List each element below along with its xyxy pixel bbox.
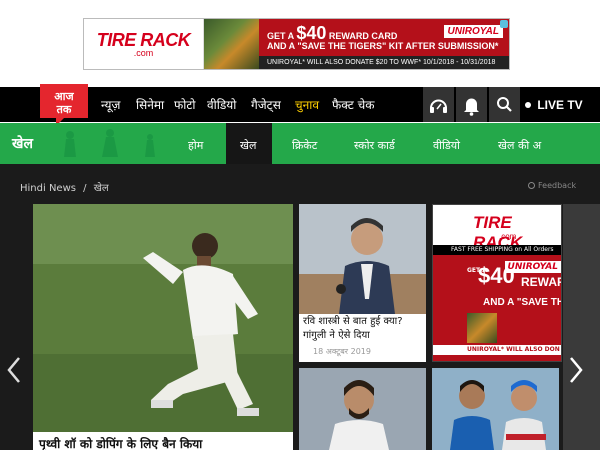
bell-icon <box>464 98 479 116</box>
section-title[interactable]: खेल <box>12 134 33 153</box>
side-ad-reward: REWARD <box>521 275 561 289</box>
breadcrumb-home[interactable]: Hindi News <box>20 183 76 194</box>
side-ad-uniroyal-line: UNIROYAL* WILL ALSO DON <box>433 345 561 355</box>
nav-fact-check[interactable]: फैक्ट चेक <box>332 96 375 113</box>
top-ad-banner[interactable]: TIRE RACK .com GET A $40 REWARD CARD AND… <box>83 18 510 70</box>
story-card-ganguly-date: 18 अक्टूबर 2019 <box>313 347 371 356</box>
side-ad-brand-sub: .com <box>499 232 517 241</box>
side-ad-uniroyal-logo: UNIROYAL <box>504 261 561 273</box>
svg-text:तक: तक <box>56 103 72 116</box>
notification-button[interactable] <box>456 87 487 122</box>
nav-video[interactable]: वीडियो <box>207 96 236 113</box>
players-image <box>432 368 559 450</box>
subnav-more[interactable]: खेल की अ <box>498 138 541 153</box>
feedback-icon <box>528 182 535 189</box>
subnav-video[interactable]: वीडियो <box>433 138 460 153</box>
side-ad-shipping: FAST FREE SHIPPING on All Orders <box>433 245 561 255</box>
search-icon <box>497 97 512 112</box>
tiger-image <box>204 19 259 69</box>
breadcrumb-current: खेल <box>93 183 109 194</box>
nav-elections[interactable]: चुनाव <box>295 96 319 113</box>
subnav-sports[interactable]: खेल <box>240 138 256 153</box>
subnav-scorecard[interactable]: स्कोर कार्ड <box>354 138 395 153</box>
cricketer-bowling-image <box>33 204 293 450</box>
ad-line1-post: REWARD CARD <box>328 31 398 41</box>
ad-brand-sub: .com <box>133 48 154 58</box>
story-card-players[interactable] <box>432 368 559 450</box>
search-button[interactable] <box>489 87 520 122</box>
main-story-card[interactable] <box>33 204 293 450</box>
ad-line1-pre: GET A <box>267 31 294 41</box>
feedback-link[interactable]: Feedback <box>528 181 576 190</box>
ganguly-image <box>299 204 426 314</box>
adchoices-icon[interactable] <box>500 20 508 28</box>
subnav-cricket[interactable]: क्रिकेट <box>292 138 317 153</box>
side-ad[interactable]: TIRE RACK .com FAST FREE SHIPPING on All… <box>432 204 562 362</box>
live-dot-icon <box>525 101 532 108</box>
side-ad-save: AND A "SAVE THE TIGER <box>483 297 561 308</box>
ad-line3: UNIROYAL* WILL ALSO DONATE $20 TO WWF* 1… <box>259 56 509 69</box>
nav-photo[interactable]: फोटो <box>174 96 196 113</box>
nav-news[interactable]: न्यूज़ <box>101 96 120 113</box>
story-card-kohli[interactable] <box>299 368 426 450</box>
carousel-prev-icon[interactable] <box>4 355 24 385</box>
uniroyal-logo: UNIROYAL <box>443 25 503 38</box>
breadcrumb: Hindi News / खेल <box>20 180 109 194</box>
kohli-image <box>299 368 426 450</box>
ad-line2: AND A "SAVE THE TIGERS" KIT AFTER SUBMIS… <box>267 41 499 51</box>
carousel-next-icon[interactable] <box>566 355 586 385</box>
aaj-tak-logo[interactable]: आज तक <box>34 76 94 126</box>
audio-button[interactable] <box>423 87 454 122</box>
side-ad-tiger-image <box>467 313 497 343</box>
breadcrumb-separator: / <box>83 183 87 194</box>
hamburger-menu-icon[interactable] <box>14 11 28 23</box>
tire-rack-logo: TIRE RACK .com <box>84 19 204 69</box>
subnav-home[interactable]: होम <box>188 138 203 153</box>
svg-text:आज: आज <box>54 90 74 103</box>
ad-amount: $40 <box>296 23 327 43</box>
nav-gadgets[interactable]: गैजेट्स <box>251 96 281 113</box>
headphone-icon <box>430 99 447 113</box>
nav-cinema[interactable]: सिनेमा <box>136 96 164 113</box>
main-story-caption[interactable]: पृथ्वी शॉ को डोपिंग के लिए बैन किया <box>33 432 293 450</box>
live-tv-label: LIVE TV <box>537 97 583 112</box>
live-tv-button[interactable]: LIVE TV <box>518 87 590 122</box>
story-card-ganguly-title[interactable]: रवि शास्त्री से बात हुई क्या? गांगुली ने… <box>303 315 423 343</box>
next-card-partial[interactable] <box>563 204 600 450</box>
ad-offer: GET A $40 REWARD CARD AND A "SAVE THE TI… <box>259 19 509 69</box>
feedback-label: Feedback <box>538 181 577 190</box>
